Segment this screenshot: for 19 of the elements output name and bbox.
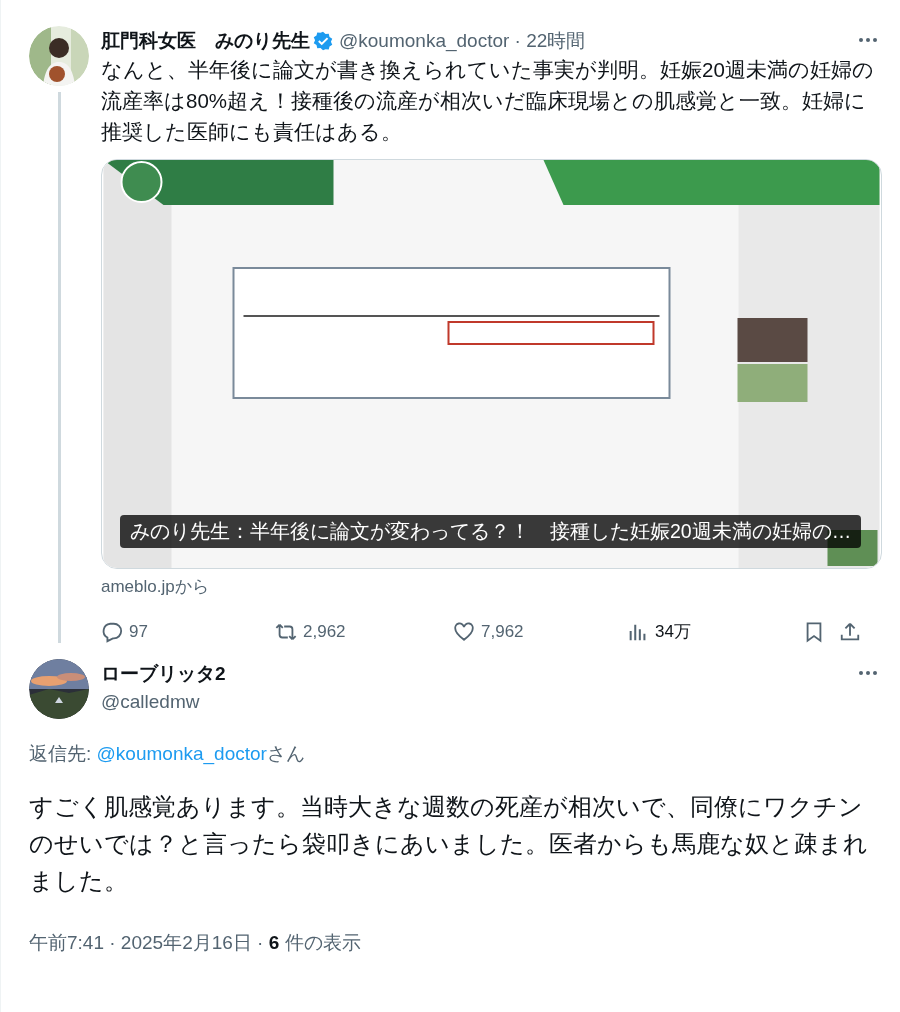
card-source[interactable]: ameblo.jpから xyxy=(101,575,882,598)
action-button[interactable]: 2,962 xyxy=(275,620,453,643)
action-button[interactable]: 97 xyxy=(101,620,275,643)
action-button[interactable]: 34万 xyxy=(627,620,803,643)
user-handle[interactable]: @calledmw xyxy=(101,691,226,713)
user-handle[interactable]: @koumonka_doctor · 22時間 xyxy=(339,28,586,54)
reply-to-text: 返信先: @koumonka_doctorさん xyxy=(29,742,306,767)
link-card[interactable]: みのり先生：半年後に論文が変わってる？！ 接種した妊娠20週未満の妊婦の… xyxy=(101,159,882,569)
share-icon xyxy=(839,620,861,643)
user-name[interactable]: 肛門科女医 みのり先生 xyxy=(101,28,310,54)
tweet-text: なんと、半年後に論文が書き換えられていた事実が判明。妊娠20週未満の妊婦の流産率は80%超え！接種後の流産が相次いだ臨床現場との肌感覚と一致。妊婦に推奨した医師にも責任はある。 xyxy=(101,57,875,145)
user-name[interactable]: ローブリッタ2 xyxy=(101,661,226,687)
tweet-text: すごく肌感覚あります。当時大きな週数の死産が相次いで、同僚にワクチンのせいでは？と言ったら袋叩きにあいました。医者からも馬鹿な奴と疎まれました。 xyxy=(29,793,869,896)
heart-icon xyxy=(453,620,475,643)
action-button[interactable]: 7,962 xyxy=(453,620,627,643)
tweet-meta: 午前7:41 · 2025年2月16日 · 6 件の表示 xyxy=(29,931,362,955)
action-button[interactable] xyxy=(839,620,861,643)
card-title: みのり先生：半年後に論文が変わってる？！ 接種した妊娠20週未満の妊婦の… xyxy=(120,515,862,548)
reply-icon xyxy=(101,620,123,643)
